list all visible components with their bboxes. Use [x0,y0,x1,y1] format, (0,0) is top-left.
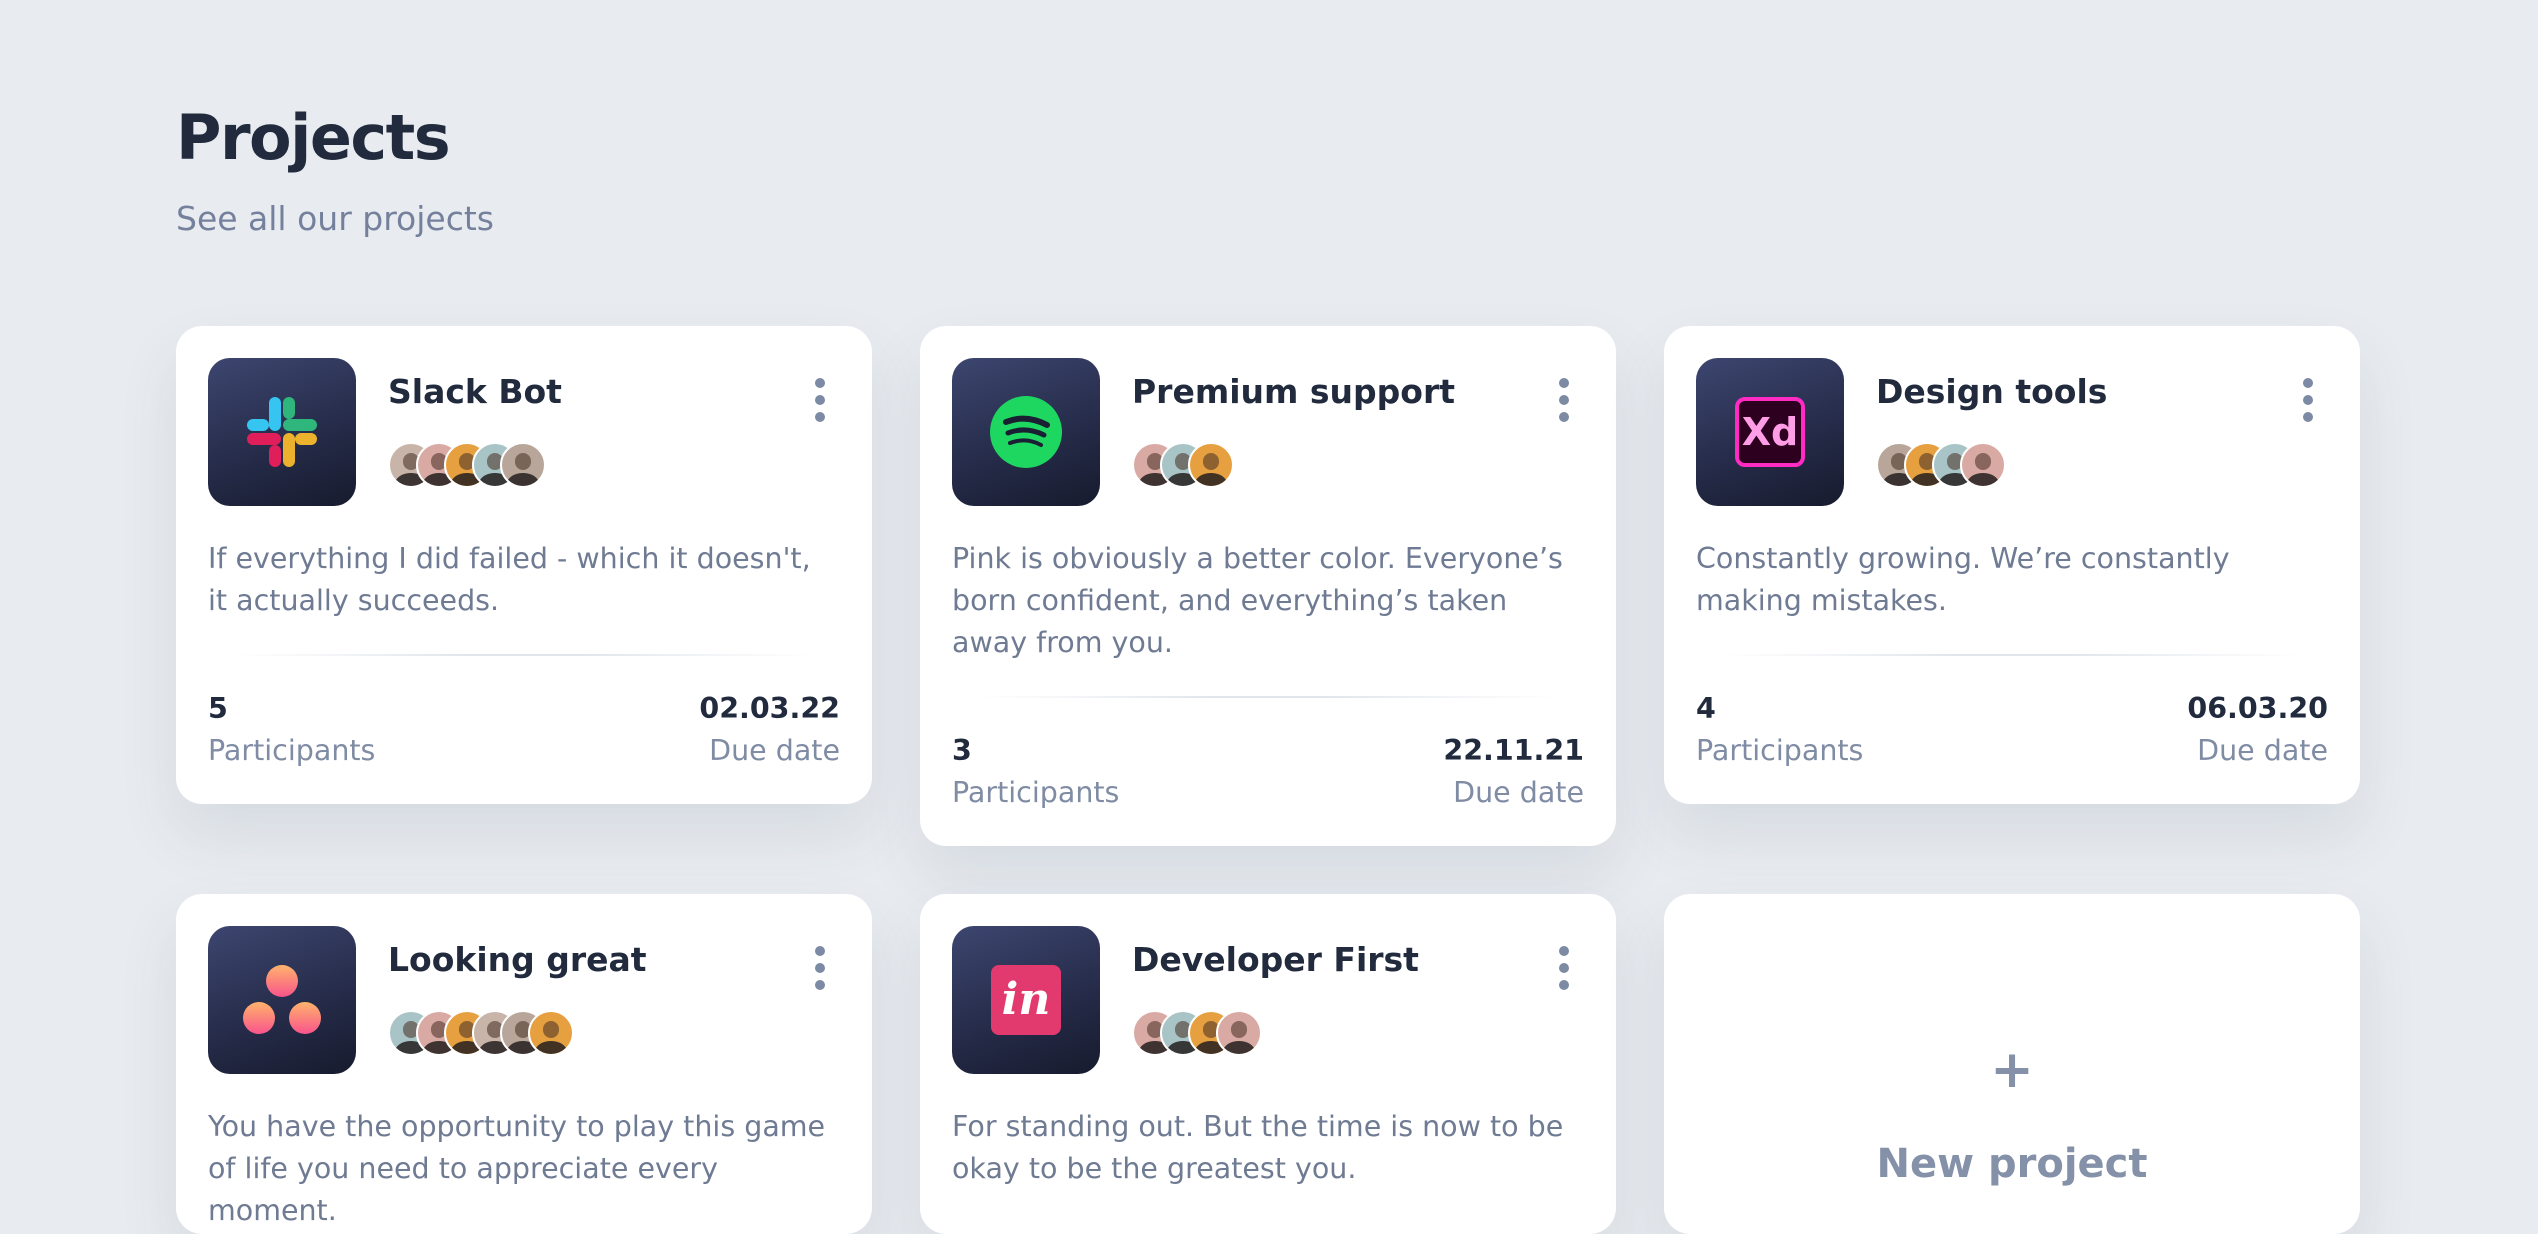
due-date-label: Due date [2197,734,2328,767]
project-description: For standing out. But the time is now to… [952,1110,1564,1185]
invision-logo-icon: in [952,926,1100,1074]
project-description: You have the opportunity to play this ga… [208,1110,826,1227]
project-title: Slack Bot [388,372,562,411]
more-options-icon[interactable] [808,378,832,422]
asana-logo-icon [208,926,356,1074]
project-title: Premium support [1132,372,1456,411]
due-date-value: 06.03.20 [2187,692,2328,725]
page-subtitle: See all our projects [176,199,494,238]
card-divider [1724,654,2300,656]
page-title: Projects [176,101,451,174]
project-title: Developer First [1132,940,1419,979]
due-date-label: Due date [709,734,840,767]
participants-count: 5 [208,692,228,725]
due-date-label: Due date [1453,776,1584,809]
participants-label: Participants [1696,734,1864,767]
card-divider [980,696,1556,698]
more-options-icon[interactable] [808,946,832,990]
due-date-value: 02.03.22 [699,692,840,725]
participants-stat: 5 Participants [208,688,375,772]
project-description: Constantly growing. We’re constantly mak… [1696,542,2230,617]
participant-avatars [388,442,546,488]
more-options-icon[interactable] [1552,946,1576,990]
due-date-stat: 06.03.20 Due date [2187,688,2328,772]
participants-count: 3 [952,734,972,767]
avatar [500,442,546,488]
participant-avatars [1132,1010,1262,1056]
new-project-card[interactable]: + New project [1664,894,2360,1234]
avatar [1960,442,2006,488]
xd-badge: Xd [1735,397,1805,467]
participants-stat: 4 Participants [1696,688,1863,772]
spotify-logo-icon [952,358,1100,506]
avatar [1188,442,1234,488]
new-project-label: New project [1876,1141,2148,1187]
project-title: Design tools [1876,372,2108,411]
card-divider [236,654,812,656]
plus-icon: + [1990,1040,2034,1100]
project-card-developer-first[interactable]: in Developer First For standing out. But… [920,894,1616,1234]
participants-label: Participants [208,734,376,767]
project-description: Pink is obviously a better color. Everyo… [952,542,1563,659]
participants-stat: 3 Participants [952,730,1119,814]
slack-logo-icon [208,358,356,506]
avatar [528,1010,574,1056]
participants-count: 4 [1696,692,1716,725]
due-date-stat: 22.11.21 Due date [1443,730,1584,814]
more-options-icon[interactable] [1552,378,1576,422]
project-card-slack-bot[interactable]: Slack Bot If everything I did failed - w… [176,326,872,804]
project-title: Looking great [388,940,647,979]
invision-badge: in [991,965,1061,1035]
project-description: If everything I did failed - which it do… [208,542,811,617]
due-date-stat: 02.03.22 Due date [699,688,840,772]
project-card-design-tools[interactable]: Xd Design tools Constantly growing. We’r… [1664,326,2360,804]
avatar [1216,1010,1262,1056]
participant-avatars [1132,442,1234,488]
participant-avatars [1876,442,2006,488]
participant-avatars [388,1010,574,1056]
participants-label: Participants [952,776,1120,809]
more-options-icon[interactable] [2296,378,2320,422]
due-date-value: 22.11.21 [1443,734,1584,767]
project-card-looking-great[interactable]: Looking great You have the opportunity t… [176,894,872,1234]
project-card-premium-support[interactable]: Premium support Pink is obviously a bett… [920,326,1616,846]
adobe-xd-logo-icon: Xd [1696,358,1844,506]
